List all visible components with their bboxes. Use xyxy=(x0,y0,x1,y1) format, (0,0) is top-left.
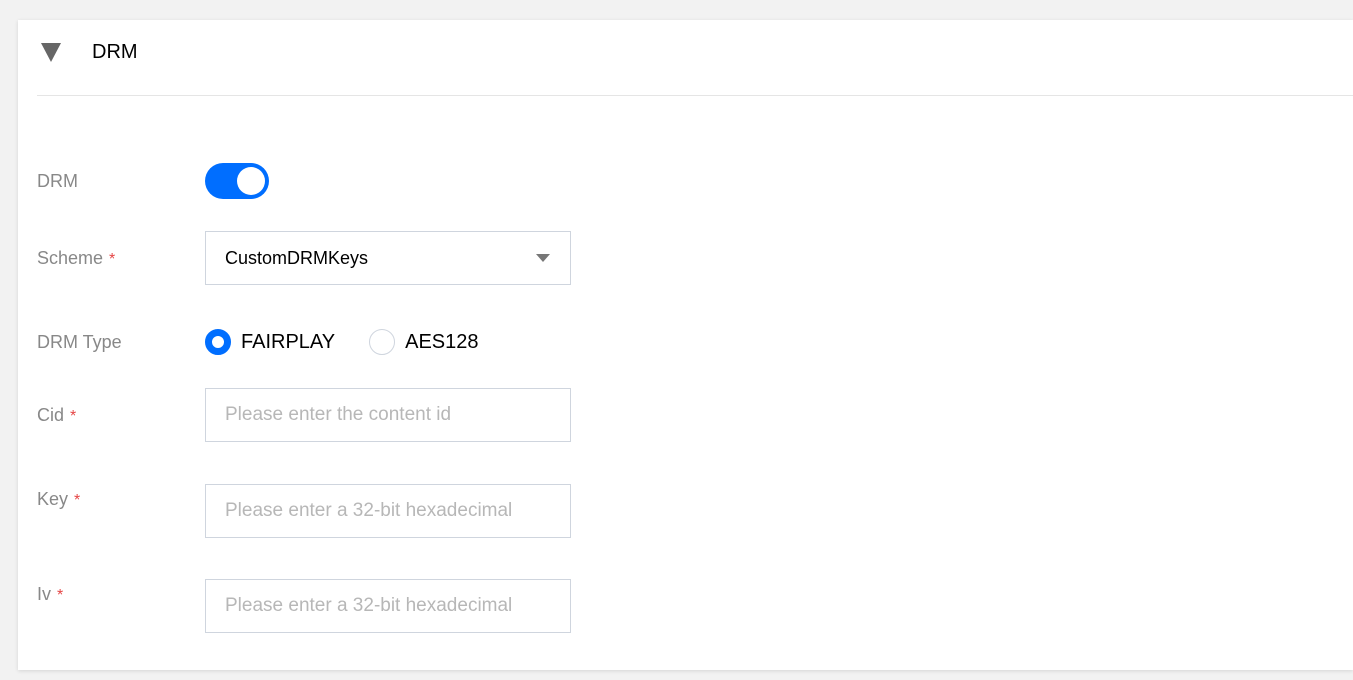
radio-fairplay-label: FAIRPLAY xyxy=(241,330,336,353)
scheme-label: Scheme * xyxy=(37,248,205,269)
scheme-select-value: CustomDRMKeys xyxy=(225,247,369,268)
iv-input[interactable] xyxy=(205,579,571,633)
required-mark: * xyxy=(70,407,77,425)
cid-label: Cid * xyxy=(37,405,205,426)
iv-label-text: Iv xyxy=(37,584,52,604)
radio-selected-icon[interactable] xyxy=(205,329,231,355)
scheme-label-text: Scheme xyxy=(37,247,104,268)
section-divider xyxy=(37,95,1353,96)
toggle-knob xyxy=(237,167,265,195)
required-mark: * xyxy=(109,250,116,268)
radio-aes128[interactable]: AES128 xyxy=(369,329,479,355)
required-mark: * xyxy=(57,587,64,604)
radio-aes128-label: AES128 xyxy=(405,330,479,353)
key-row: Key * xyxy=(37,484,571,538)
drm-type-row: DRM Type FAIRPLAY AES128 xyxy=(37,329,513,355)
drm-label: DRM xyxy=(37,170,78,191)
cid-input[interactable] xyxy=(205,388,571,442)
iv-label: Iv * xyxy=(37,584,205,605)
chevron-down-icon xyxy=(536,254,550,262)
radio-fairplay[interactable]: FAIRPLAY xyxy=(205,329,335,355)
page: DRM DRM Scheme * CustomDRMKeys DRM Type F… xyxy=(0,0,1353,680)
drm-toggle[interactable] xyxy=(205,163,269,199)
key-input[interactable] xyxy=(205,484,571,538)
drm-type-label: DRM Type xyxy=(37,331,122,352)
cid-row: Cid * xyxy=(37,388,571,442)
key-label: Key * xyxy=(37,489,205,510)
required-mark: * xyxy=(74,492,81,509)
scheme-select[interactable]: CustomDRMKeys xyxy=(205,231,571,285)
scheme-row: Scheme * CustomDRMKeys xyxy=(37,231,571,285)
triangle-down-icon[interactable] xyxy=(37,38,65,66)
section-header[interactable]: DRM xyxy=(37,32,138,72)
drm-type-radio-group: FAIRPLAY AES128 xyxy=(205,329,513,355)
section-title: DRM xyxy=(92,40,138,63)
drm-row: DRM xyxy=(37,163,269,199)
radio-unselected-icon[interactable] xyxy=(369,329,396,355)
key-label-text: Key xyxy=(37,489,69,509)
cid-label-text: Cid xyxy=(37,404,65,425)
iv-row: Iv * xyxy=(37,579,571,633)
